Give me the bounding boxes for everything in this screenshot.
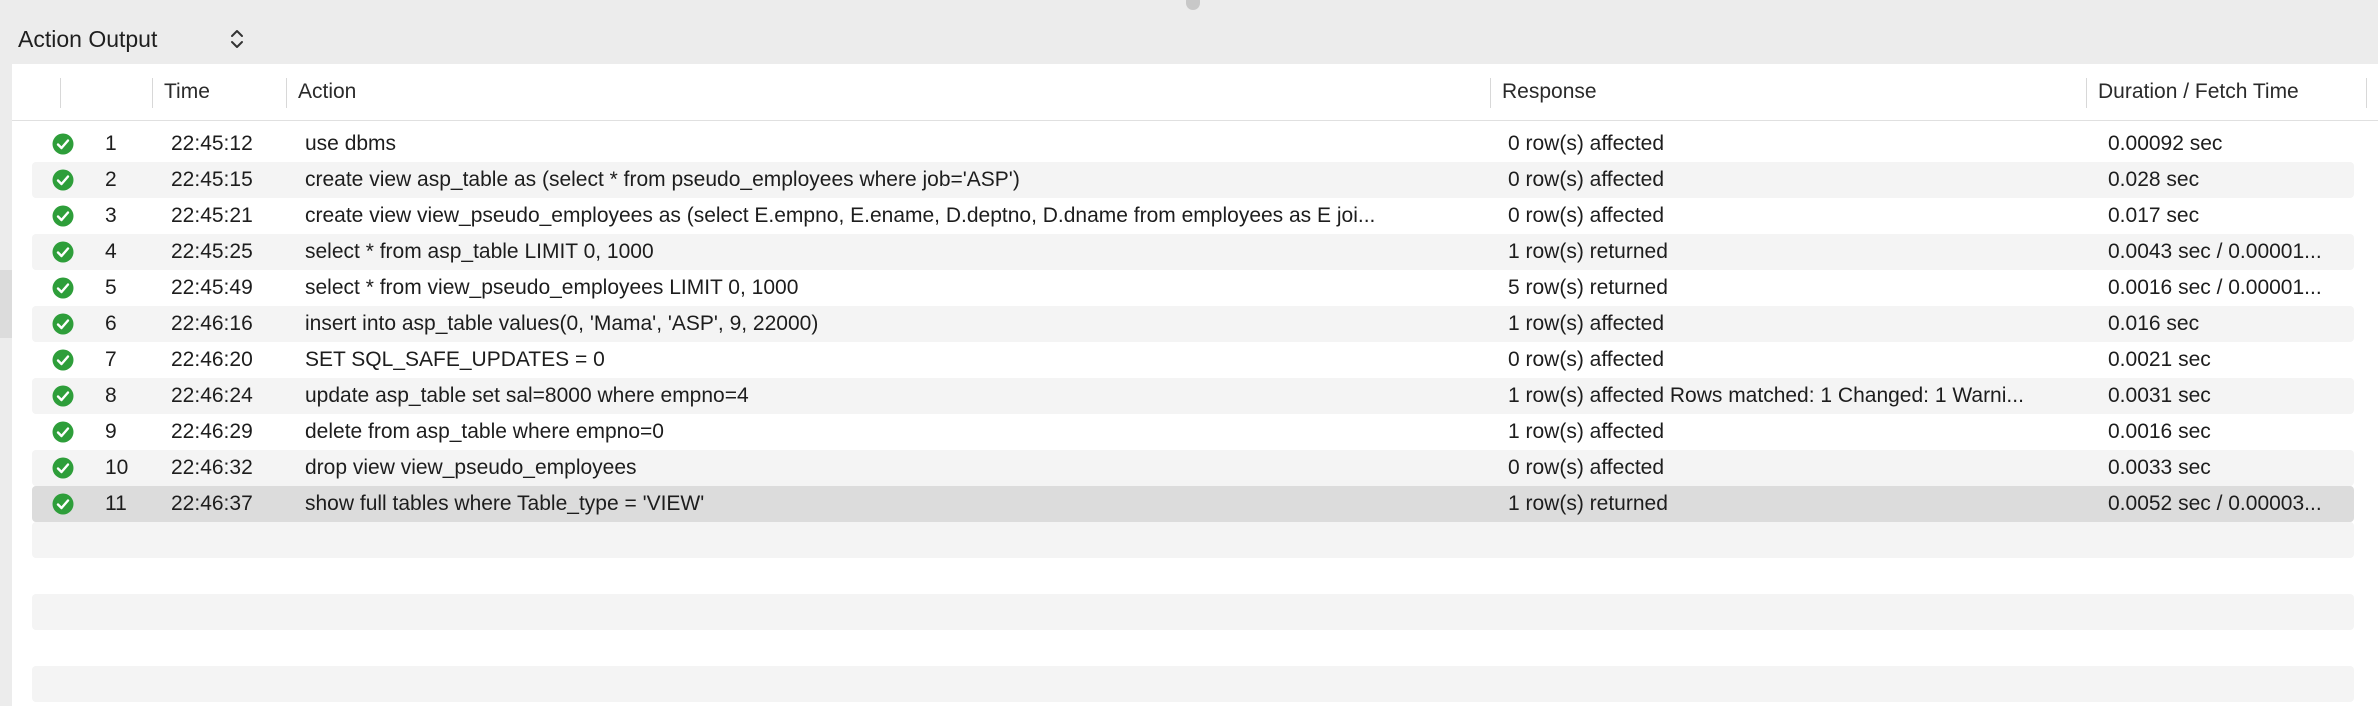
table-row[interactable]: 6 22:46:16 insert into asp_table values(…	[32, 306, 2354, 342]
row-time: 22:46:37	[171, 492, 253, 515]
row-action: create view asp_table as (select * from …	[305, 168, 1020, 191]
row-time: 22:45:25	[171, 240, 253, 263]
output-type-label: Action Output	[18, 25, 158, 52]
checkmark-circle-icon	[52, 277, 74, 299]
header-divider[interactable]	[2366, 78, 2367, 108]
checkmark-circle-icon	[52, 421, 74, 443]
row-number: 11	[105, 492, 127, 515]
output-type-selector[interactable]: Action Output	[18, 22, 246, 56]
row-response: 0 row(s) affected	[1508, 132, 1665, 155]
row-time: 22:45:15	[171, 168, 253, 191]
table-row[interactable]: 2 22:45:15 create view asp_table as (sel…	[32, 162, 2354, 198]
row-time: 22:45:49	[171, 276, 253, 299]
gutter-marker	[0, 270, 12, 338]
action-output-table: Time Action Response Duration / Fetch Ti…	[12, 64, 2378, 706]
row-number: 7	[105, 348, 117, 371]
checkmark-circle-icon	[52, 241, 74, 263]
table-row[interactable]: 10 22:46:32 drop view view_pseudo_employ…	[32, 450, 2354, 486]
output-toolbar: Action Output	[0, 0, 2378, 64]
row-number: 10	[105, 456, 129, 479]
row-number: 5	[105, 276, 117, 299]
table-row[interactable]: 7 22:46:20 SET SQL_SAFE_UPDATES = 0 0 ro…	[32, 342, 2354, 378]
empty-row	[32, 666, 2354, 702]
row-number: 6	[105, 312, 117, 335]
row-duration: 0.0016 sec	[2108, 420, 2211, 443]
row-response: 1 row(s) affected	[1508, 420, 1665, 443]
row-action: insert into asp_table values(0, 'Mama', …	[305, 312, 819, 335]
row-response: 1 row(s) affected	[1508, 312, 1665, 335]
row-response: 1 row(s) returned	[1508, 492, 1668, 515]
row-duration: 0.028 sec	[2108, 168, 2200, 191]
row-action: delete from asp_table where empno=0	[305, 420, 664, 443]
row-time: 22:46:16	[171, 312, 253, 335]
checkmark-circle-icon	[52, 205, 74, 227]
row-action: use dbms	[305, 132, 397, 155]
left-gutter	[0, 64, 12, 706]
row-duration: 0.0031 sec	[2108, 384, 2211, 407]
row-response: 0 row(s) affected	[1508, 204, 1665, 227]
table-row[interactable]: 3 22:45:21 create view view_pseudo_emplo…	[32, 198, 2354, 234]
checkmark-circle-icon	[52, 493, 74, 515]
checkmark-circle-icon	[52, 457, 74, 479]
row-time: 22:46:24	[171, 384, 253, 407]
chevron-updown-icon	[231, 30, 243, 48]
table-row[interactable]: 1 22:45:12 use dbms 0 row(s) affected 0.…	[32, 126, 2354, 162]
row-action: select * from asp_table LIMIT 0, 1000	[305, 240, 654, 263]
table-row[interactable]: 5 22:45:49 select * from view_pseudo_emp…	[32, 270, 2354, 306]
row-response: 1 row(s) returned	[1508, 240, 1668, 263]
checkmark-circle-icon	[52, 349, 74, 371]
row-number: 9	[105, 420, 117, 443]
row-response: 0 row(s) affected	[1508, 168, 1665, 191]
row-duration: 0.017 sec	[2108, 204, 2200, 227]
row-action: select * from view_pseudo_employees LIMI…	[305, 276, 799, 299]
row-number: 3	[105, 204, 117, 227]
row-number: 1	[105, 132, 117, 155]
row-action: SET SQL_SAFE_UPDATES = 0	[305, 348, 605, 371]
row-duration: 0.0052 sec / 0.00003...	[2108, 492, 2322, 515]
row-duration: 0.0033 sec	[2108, 456, 2211, 479]
checkmark-circle-icon	[52, 385, 74, 407]
empty-row	[32, 522, 2354, 558]
table-row[interactable]: 4 22:45:25 select * from asp_table LIMIT…	[32, 234, 2354, 270]
row-action: create view view_pseudo_employees as (se…	[305, 204, 1376, 227]
row-duration: 0.00092 sec	[2108, 132, 2223, 155]
row-duration: 0.0043 sec / 0.00001...	[2108, 240, 2322, 263]
checkmark-circle-icon	[52, 313, 74, 335]
table-row[interactable]: 9 22:46:29 delete from asp_table where e…	[32, 414, 2354, 450]
table-row-selected[interactable]: 11 22:46:37 show full tables where Table…	[32, 486, 2354, 522]
row-time: 22:45:12	[171, 132, 253, 155]
row-duration: 0.0016 sec / 0.00001...	[2108, 276, 2322, 299]
row-duration: 0.0021 sec	[2108, 348, 2211, 371]
row-number: 2	[105, 168, 117, 191]
row-response: 0 row(s) affected	[1508, 348, 1665, 371]
row-response: 0 row(s) affected	[1508, 456, 1665, 479]
column-header-response[interactable]: Response	[1490, 64, 2086, 120]
header-divider[interactable]	[60, 78, 61, 108]
row-action: show full tables where Table_type = 'VIE…	[305, 492, 705, 515]
row-response: 5 row(s) returned	[1508, 276, 1668, 299]
checkmark-circle-icon	[52, 169, 74, 191]
row-action: update asp_table set sal=8000 where empn…	[305, 384, 749, 407]
row-duration: 0.016 sec	[2108, 312, 2200, 335]
column-header-time[interactable]: Time	[152, 64, 286, 120]
row-time: 22:46:29	[171, 420, 253, 443]
row-action: drop view view_pseudo_employees	[305, 456, 637, 479]
row-response: 1 row(s) affected Rows matched: 1 Change…	[1508, 384, 2024, 407]
panel-resize-handle[interactable]	[1186, 0, 1200, 10]
column-header-duration[interactable]: Duration / Fetch Time	[2086, 64, 2366, 120]
empty-row	[32, 594, 2354, 630]
table-row[interactable]: 8 22:46:24 update asp_table set sal=8000…	[32, 378, 2354, 414]
column-header-action[interactable]: Action	[286, 64, 1502, 120]
row-time: 22:45:21	[171, 204, 253, 227]
checkmark-circle-icon	[52, 133, 74, 155]
table-header: Time Action Response Duration / Fetch Ti…	[12, 64, 2378, 121]
row-time: 22:46:20	[171, 348, 253, 371]
row-number: 8	[105, 384, 117, 407]
row-number: 4	[105, 240, 117, 263]
row-time: 22:46:32	[171, 456, 253, 479]
